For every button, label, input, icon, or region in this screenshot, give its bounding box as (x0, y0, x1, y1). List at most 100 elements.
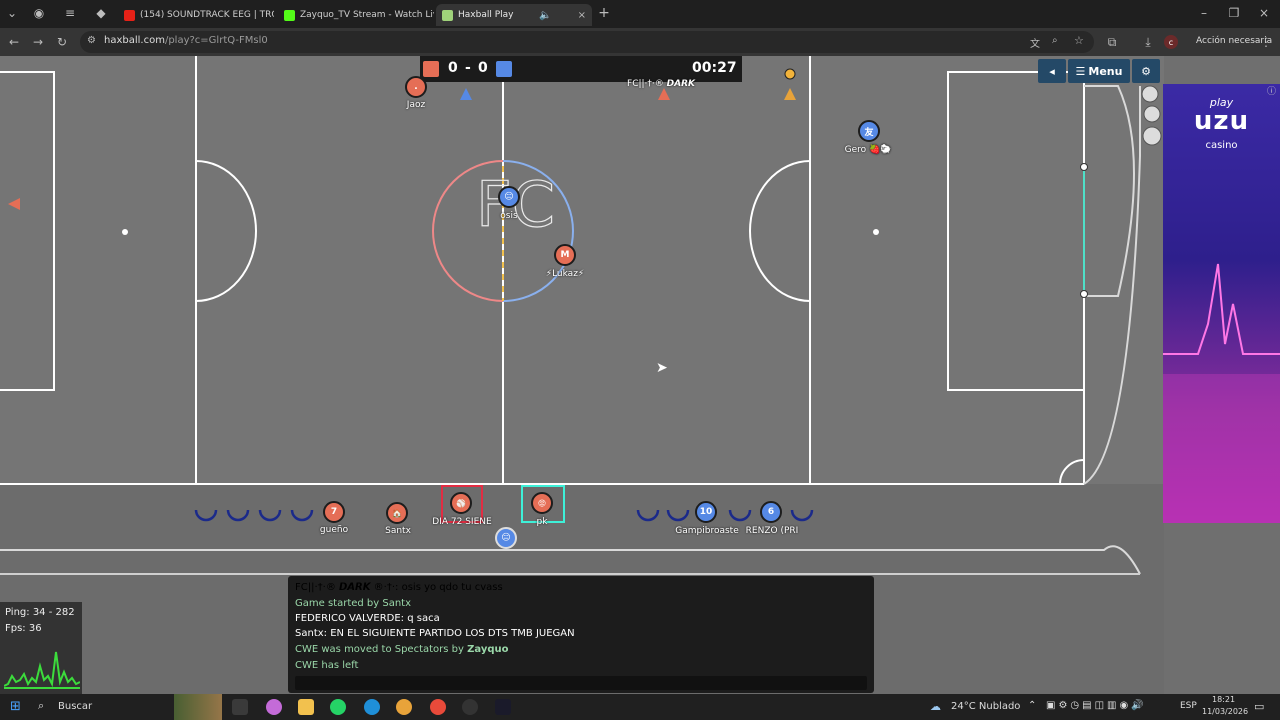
tab-title: Haxball Play (458, 10, 514, 20)
close-icon[interactable]: × (578, 10, 586, 21)
url-input[interactable]: ⚙ haxball.com/play?c=GlrtQ-FMsl0 文 ⌕ ☆ (80, 31, 1094, 53)
game-menu: ◂ ☰ Menu ⚙ (1038, 59, 1160, 83)
tray-overflow-icon[interactable]: ⌃ (1028, 700, 1036, 711)
new-tab-button[interactable]: + (596, 5, 612, 21)
chrome-icon[interactable] (430, 699, 446, 715)
search-icon: ⌕ (38, 699, 45, 712)
player-avatar: 6 (767, 507, 775, 517)
menu-button[interactable]: ☰ Menu (1068, 59, 1130, 83)
player-avatar: 😑 (504, 192, 514, 202)
windows-start-icon[interactable]: ⊞ (10, 699, 21, 714)
notification-icon[interactable]: ▭ (1254, 700, 1264, 713)
edge-icon[interactable] (364, 699, 380, 715)
player-gero: 友 (858, 120, 880, 142)
mouse-cursor-icon: ➤ (656, 360, 668, 376)
back-icon[interactable]: ← (6, 34, 22, 50)
player-name: RENZO (PRI (745, 526, 799, 536)
back-button[interactable]: ◂ (1038, 59, 1066, 83)
ping-readout: Ping: 34 - 282 (5, 607, 75, 618)
red-team-swatch (423, 61, 439, 77)
player-name: Santx (385, 526, 411, 536)
player-name: gueño (319, 525, 349, 535)
ad-logo: uzu (1193, 106, 1250, 136)
player-name: osis (500, 211, 518, 221)
tab-youtube[interactable]: (154) SOUNDTRACK EEG | TRO × (118, 4, 274, 26)
file-explorer-icon[interactable] (298, 699, 314, 715)
penalty-spot (873, 229, 879, 235)
match-timer: 00:27 (692, 60, 737, 76)
clock-date[interactable]: 11/03/2026 (1202, 707, 1248, 716)
tab-title: (154) SOUNDTRACK EEG | TRO (140, 10, 274, 20)
mute-icon[interactable]: 🔈 (539, 10, 551, 21)
tab-kick[interactable]: Zayquo_TV Stream - Watch Liv × (278, 4, 434, 26)
chat-message: CWE was moved to Spectators by Zayquo (295, 644, 508, 655)
copilot-icon[interactable] (266, 699, 282, 715)
tab-search-icon[interactable]: ⌄ (4, 5, 20, 21)
whatsapp-icon[interactable] (330, 699, 346, 715)
terminal-icon[interactable] (495, 699, 511, 715)
pinned-tab-icon[interactable]: ◆ (93, 5, 109, 21)
player-name: Gampibroaste (675, 526, 739, 536)
red-score: 0 (448, 60, 458, 76)
player-avatar: 🏠 (392, 508, 402, 518)
task-view-icon[interactable] (232, 699, 248, 715)
url-path: /play?c=GlrtQ-FMsl0 (164, 35, 268, 46)
extensions-icon[interactable]: ⧉ (1104, 34, 1120, 50)
weather-text[interactable]: 24°C Nublado (951, 701, 1020, 712)
ad-info-icon[interactable]: ⓘ (1267, 84, 1276, 97)
arrow-left-icon: ◂ (1049, 64, 1055, 78)
obs-icon[interactable] (462, 699, 478, 715)
chat-input[interactable] (295, 676, 867, 690)
windows-taskbar: ⊞ ⌕ Buscar ☁ 24°C Nublado ⌃ ▣⚙◷▤◫▥◉🔊 ESP… (0, 694, 1280, 720)
player-name: ⚡Lukaz⚡ (545, 269, 585, 279)
address-bar: ← → ↻ ⚙ haxball.com/play?c=GlrtQ-FMsl0 文… (0, 28, 1280, 56)
url-text: haxball.com/play?c=GlrtQ-FMsl0 (104, 35, 268, 46)
player-lukaz: M (554, 244, 576, 266)
taskbar-search[interactable]: Buscar (58, 701, 92, 712)
stack-icon[interactable]: ≡ (62, 5, 78, 21)
youtube-icon (124, 9, 135, 21)
zoom-icon[interactable]: ⌕ (1052, 35, 1058, 46)
bookmark-star-icon[interactable]: ☆ (1074, 34, 1084, 47)
player-avatar: 7 (330, 507, 338, 517)
site-info-icon[interactable]: ⚙ (87, 35, 96, 46)
language-indicator[interactable]: ESP (1180, 701, 1197, 711)
system-tray-icons[interactable]: ▣⚙◷▤◫▥◉🔊 (1046, 700, 1147, 711)
bench-player: 10 (695, 501, 717, 523)
blue-score: 0 (478, 60, 488, 76)
ad-pulse-line (1163, 263, 1280, 355)
ball (784, 68, 796, 80)
goalpost (1080, 163, 1088, 171)
ad-graphic (1163, 263, 1280, 523)
search-highlight-image (174, 694, 222, 720)
hamburger-icon: ☰ (1075, 64, 1086, 78)
player-name: DIA 72 SIENE (432, 517, 492, 527)
network-stats: Ping: 34 - 282 Fps: 36 (0, 602, 82, 694)
fps-readout: Fps: 36 (5, 623, 42, 634)
haxball-game-canvas[interactable]: FC 0 - 0 00:27 (0, 56, 1280, 694)
player-avatar: 友 (864, 127, 874, 138)
chrome-icon[interactable] (396, 699, 412, 715)
settings-button[interactable]: ⚙ (1132, 59, 1160, 83)
profile-icon[interactable]: ◉ (31, 5, 47, 21)
casino-ad[interactable]: play uzu casino ⓘ (1163, 84, 1280, 523)
avatar[interactable]: c (1164, 35, 1178, 49)
download-icon[interactable]: ⤓ (1140, 34, 1156, 50)
forward-icon[interactable]: → (30, 34, 46, 50)
player-avatar: M (560, 250, 570, 260)
player-osis: 😑 (498, 186, 520, 208)
player-avatar: 😡 (537, 498, 547, 508)
bench-player: 7 (323, 501, 345, 523)
close-window-button[interactable]: × (1256, 5, 1272, 21)
chat-message: Santx: EN EL SIGUIENTE PARTIDO LOS DTS T… (295, 628, 575, 639)
reload-icon[interactable]: ↻ (54, 34, 70, 50)
clock-time[interactable]: 18:21 (1212, 695, 1235, 704)
chat-message: CWE has left (295, 660, 359, 671)
maximize-button[interactable]: ❐ (1226, 5, 1242, 21)
tab-haxball[interactable]: Haxball Play 🔈 × (436, 4, 592, 26)
minimize-button[interactable]: – (1196, 5, 1212, 21)
post (1142, 126, 1162, 146)
ad-line: casino (1205, 140, 1238, 151)
more-menu-icon[interactable]: ⋮ (1258, 34, 1274, 50)
translate-icon[interactable]: 文 (1030, 35, 1040, 50)
